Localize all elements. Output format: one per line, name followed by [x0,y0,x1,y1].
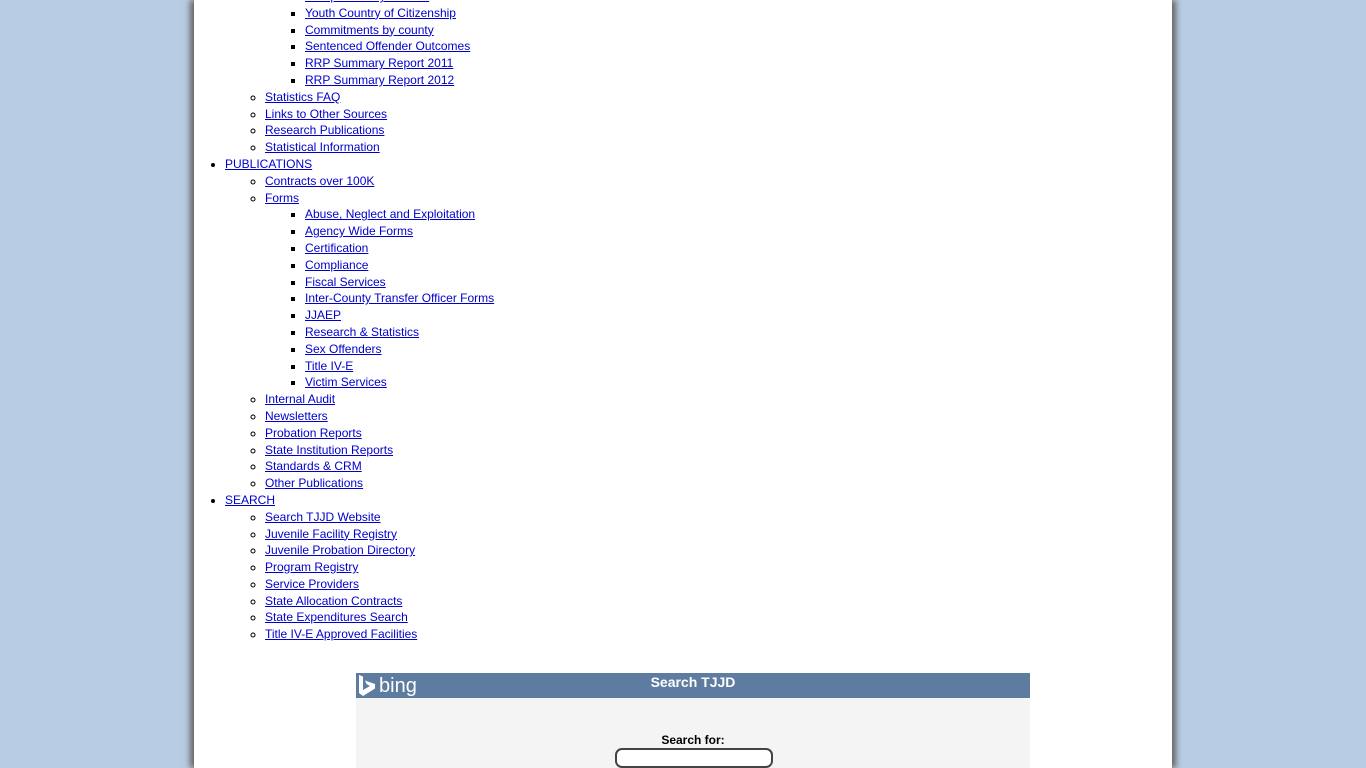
nav-item-juvenile-facility-registry: Juvenile Facility Registry [265,526,494,543]
nav-item-forms: Forms Abuse, Neglect and Exploitation Agen… [265,190,494,392]
nav-item-statistics-faq: Statistics FAQ [265,89,494,106]
nav-item: Comparison by Gender Youth Country of Cit… [225,0,494,156]
nav-item-rrp-summary-report-2011: RRP Summary Report 2011 [305,55,494,72]
nav-item-service-providers: Service Providers [265,576,494,593]
nav-item-state-expenditures-search: State Expenditures Search [265,609,494,626]
nav-item-state-allocation-contracts: State Allocation Contracts [265,593,494,610]
nav-item-rrp-summary-report-2012: RRP Summary Report 2012 [305,72,494,89]
nav-item-probation-reports: Probation Reports [265,425,494,442]
nav-item-newsletters: Newsletters [265,408,494,425]
nav-item-certification: Certification [305,240,494,257]
nav-link-fiscal-services[interactable]: Fiscal Services [305,275,386,289]
nav-sublist: Comparison by Gender Youth Country of Cit… [225,0,494,156]
nav-item-title-iv-e-approved-facilities: Title IV-E Approved Facilities [265,626,494,643]
nav-link-other-publications[interactable]: Other Publications [265,476,363,490]
nav-link-title-iv-e[interactable]: Title IV-E [305,359,353,373]
nav-link-statistics-faq[interactable]: Statistics FAQ [265,90,340,104]
nav-link-newsletters[interactable]: Newsletters [265,409,328,423]
nav-link-publications[interactable]: PUBLICATIONS [225,157,312,171]
nav-link-youth-country-of-citizenship[interactable]: Youth Country of Citizenship [305,6,456,20]
nav-link-state-allocation-contracts[interactable]: State Allocation Contracts [265,594,402,608]
nav-item-internal-audit: Internal Audit [265,391,494,408]
nav-link-rrp-summary-report-2012[interactable]: RRP Summary Report 2012 [305,73,454,87]
nav-item-links-to-other-sources: Links to Other Sources [265,106,494,123]
nav-link-contracts-over-100k[interactable]: Contracts over 100K [265,174,374,188]
nav-item-commitments-by-county: Commitments by county [305,22,494,39]
nav-link-probation-reports[interactable]: Probation Reports [265,426,362,440]
nav-item-search: SEARCH Search TJJD Website Juvenile Facili… [225,492,494,643]
nav-link-sex-offenders[interactable]: Sex Offenders [305,342,382,356]
nav-link-program-registry[interactable]: Program Registry [265,560,358,574]
nav-item: Comparison by Gender Youth Country of Cit… [265,0,494,89]
search-header: bing Search TJJD [356,673,1030,698]
nav-link-juvenile-probation-directory[interactable]: Juvenile Probation Directory [265,543,415,557]
nav-sublist: Search TJJD Website Juvenile Facility Reg… [225,509,494,643]
nav-link-forms[interactable]: Forms [265,191,299,205]
nav-item-inter-county-transfer-officer-forms: Inter-County Transfer Officer Forms [305,290,494,307]
nav-item-other-publications: Other Publications [265,475,494,492]
nav-link-statistical-information[interactable]: Statistical Information [265,140,380,154]
nav-item-juvenile-probation-directory: Juvenile Probation Directory [265,542,494,559]
nav-list: Comparison by Gender Youth Country of Cit… [185,0,494,643]
nav-link-research-publications[interactable]: Research Publications [265,123,384,137]
nav-link-inter-county-transfer-officer-forms[interactable]: Inter-County Transfer Officer Forms [305,291,494,305]
nav-item-youth-country-of-citizenship: Youth Country of Citizenship [305,5,494,22]
nav-item-abuse-neglect-and-exploitation: Abuse, Neglect and Exploitation [305,206,494,223]
nav-sublist: Contracts over 100KFormsAbuse, Neglect a… [225,173,494,492]
nav-link-title-iv-e-approved-facilities[interactable]: Title IV-E Approved Facilities [265,627,417,641]
nav-link-victim-services[interactable]: Victim Services [305,375,387,389]
nav-link-sentenced-offender-outcomes[interactable]: Sentenced Offender Outcomes [305,39,470,53]
nav-item-sentenced-offender-outcomes: Sentenced Offender Outcomes [305,38,494,55]
nav-item-program-registry: Program Registry [265,559,494,576]
search-label: Search for: [661,733,725,747]
nav-link-service-providers[interactable]: Service Providers [265,577,359,591]
nav-link-search[interactable]: SEARCH [225,493,275,507]
nav-item-fiscal-services: Fiscal Services [305,274,494,291]
nav-link-certification[interactable]: Certification [305,241,368,255]
nav-item-title-iv-e: Title IV-E [305,358,494,375]
nav-link-agency-wide-forms[interactable]: Agency Wide Forms [305,224,413,238]
site-map-nav: Comparison by Gender Youth Country of Cit… [185,0,494,643]
nav-link-jjaep[interactable]: JJAEP [305,308,341,322]
nav-item-research-statistics: Research & Statistics [305,324,494,341]
nav-item-victim-services: Victim Services [305,374,494,391]
nav-link-rrp-summary-report-2011[interactable]: RRP Summary Report 2011 [305,56,453,70]
nav-item-jjaep: JJAEP [305,307,494,324]
bing-search-box: bing Search TJJD Search for: [356,673,1030,768]
nav-item-agency-wide-forms: Agency Wide Forms [305,223,494,240]
nav-sublist: Abuse, Neglect and Exploitation Agency Wi… [265,206,494,391]
nav-link-links-to-other-sources[interactable]: Links to Other Sources [265,107,387,121]
search-title: Search TJJD [650,674,736,690]
nav-link-juvenile-facility-registry[interactable]: Juvenile Facility Registry [265,527,397,541]
nav-link-abuse-neglect-and-exploitation[interactable]: Abuse, Neglect and Exploitation [305,207,475,221]
nav-item-compliance: Compliance [305,257,494,274]
nav-link-state-institution-reports[interactable]: State Institution Reports [265,443,393,457]
nav-item-publications: PUBLICATIONSContracts over 100KFormsAbus… [225,156,494,492]
nav-link-search-tjjd-website[interactable]: Search TJJD Website [265,510,381,524]
search-input[interactable] [615,748,773,768]
nav-link-comparison-by-gender[interactable]: Comparison by Gender [305,0,429,3]
nav-item-contracts-over-100k: Contracts over 100K [265,173,494,190]
nav-link-internal-audit[interactable]: Internal Audit [265,392,335,406]
nav-sublist: Comparison by Gender Youth Country of Cit… [265,0,494,89]
nav-item-statistical-information: Statistical Information [265,139,494,156]
nav-link-research-statistics[interactable]: Research & Statistics [305,325,419,339]
nav-item-search-tjjd-website: Search TJJD Website [265,509,494,526]
nav-item-standards-crm: Standards & CRM [265,458,494,475]
nav-item-sex-offenders: Sex Offenders [305,341,494,358]
nav-item-research-publications: Research Publications [265,122,494,139]
nav-link-compliance[interactable]: Compliance [305,258,368,272]
nav-link-commitments-by-county[interactable]: Commitments by county [305,23,434,37]
nav-link-standards-crm[interactable]: Standards & CRM [265,459,362,473]
nav-link-state-expenditures-search[interactable]: State Expenditures Search [265,610,408,624]
nav-item-state-institution-reports: State Institution Reports [265,442,494,459]
